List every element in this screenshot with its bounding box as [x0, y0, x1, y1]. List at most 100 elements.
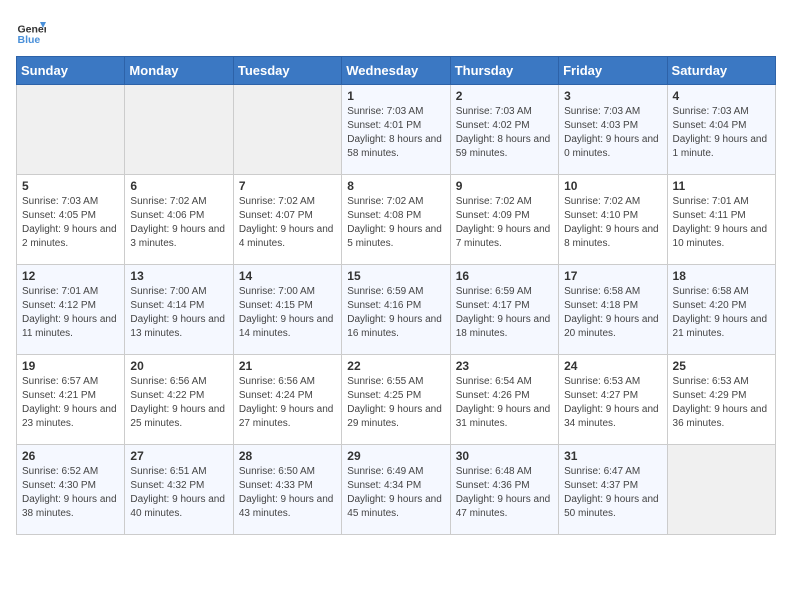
calendar-cell: 12 Sunrise: 7:01 AMSunset: 4:12 PMDayligh…: [17, 265, 125, 355]
calendar-cell: 10 Sunrise: 7:02 AMSunset: 4:10 PMDayligh…: [559, 175, 667, 265]
day-info: Sunrise: 7:03 AMSunset: 4:02 PMDaylight:…: [456, 105, 553, 161]
day-info: Sunrise: 6:48 AMSunset: 4:36 PMDaylight:…: [456, 465, 553, 521]
calendar-cell: 27 Sunrise: 6:51 AMSunset: 4:32 PMDayligh…: [125, 445, 233, 535]
weekday-header: Monday: [125, 57, 233, 85]
day-info: Sunrise: 7:02 AMSunset: 4:06 PMDaylight:…: [130, 195, 227, 251]
day-number: 23: [456, 359, 553, 373]
day-info: Sunrise: 6:53 AMSunset: 4:27 PMDaylight:…: [564, 375, 661, 431]
day-number: 17: [564, 269, 661, 283]
weekday-header: Thursday: [450, 57, 558, 85]
day-info: Sunrise: 6:53 AMSunset: 4:29 PMDaylight:…: [673, 375, 770, 431]
day-number: 24: [564, 359, 661, 373]
day-number: 16: [456, 269, 553, 283]
calendar-cell: 4 Sunrise: 7:03 AMSunset: 4:04 PMDaylight…: [667, 85, 775, 175]
calendar-cell: 28Sunrise: 6:50 AMSunset: 4:33 PMDayligh…: [233, 445, 341, 535]
calendar-cell: 30 Sunrise: 6:48 AMSunset: 4:36 PMDayligh…: [450, 445, 558, 535]
day-number: 12: [22, 269, 119, 283]
weekday-header: Sunday: [17, 57, 125, 85]
weekday-header: Tuesday: [233, 57, 341, 85]
day-number: 15: [347, 269, 444, 283]
day-info: Sunrise: 6:56 AMSunset: 4:22 PMDaylight:…: [130, 375, 227, 431]
day-number: 27: [130, 449, 227, 463]
calendar-cell: 5 Sunrise: 7:03 AMSunset: 4:05 PMDaylight…: [17, 175, 125, 265]
day-info: Sunrise: 7:01 AMSunset: 4:12 PMDaylight:…: [22, 285, 119, 341]
day-info: Sunrise: 7:02 AMSunset: 4:07 PMDaylight:…: [239, 195, 336, 251]
calendar-cell: [125, 85, 233, 175]
calendar-cell: 24 Sunrise: 6:53 AMSunset: 4:27 PMDayligh…: [559, 355, 667, 445]
day-info: Sunrise: 6:59 AMSunset: 4:17 PMDaylight:…: [456, 285, 553, 341]
day-info: Sunrise: 7:02 AMSunset: 4:08 PMDaylight:…: [347, 195, 444, 251]
day-number: 25: [673, 359, 770, 373]
calendar-cell: 15 Sunrise: 6:59 AMSunset: 4:16 PMDayligh…: [342, 265, 450, 355]
day-info: Sunrise: 7:03 AMSunset: 4:03 PMDaylight:…: [564, 105, 661, 161]
calendar-cell: 19 Sunrise: 6:57 AMSunset: 4:21 PMDayligh…: [17, 355, 125, 445]
day-number: 6: [130, 179, 227, 193]
day-number: 30: [456, 449, 553, 463]
day-info: Sunrise: 6:49 AMSunset: 4:34 PMDaylight:…: [347, 465, 444, 521]
calendar-table: SundayMondayTuesdayWednesdayThursdayFrid…: [16, 56, 776, 535]
calendar-cell: 7Sunrise: 7:02 AMSunset: 4:07 PMDaylight…: [233, 175, 341, 265]
day-number: 19: [22, 359, 119, 373]
calendar-cell: 14 Sunrise: 7:00 AMSunset: 4:15 PMDayligh…: [233, 265, 341, 355]
day-info: Sunrise: 7:03 AMSunset: 4:05 PMDaylight:…: [22, 195, 119, 251]
day-info: Sunrise: 7:03 AMSunset: 4:01 PMDaylight:…: [347, 105, 444, 161]
day-number: 21: [239, 359, 336, 373]
day-info: Sunrise: 6:57 AMSunset: 4:21 PMDaylight:…: [22, 375, 119, 431]
day-number: 10: [564, 179, 661, 193]
calendar-cell: 2 Sunrise: 7:03 AMSunset: 4:02 PMDaylight…: [450, 85, 558, 175]
calendar-cell: 9 Sunrise: 7:02 AMSunset: 4:09 PMDaylight…: [450, 175, 558, 265]
calendar-week-row: 12 Sunrise: 7:01 AMSunset: 4:12 PMDayligh…: [17, 265, 776, 355]
day-number: 31: [564, 449, 661, 463]
calendar-cell: 21 Sunrise: 6:56 AMSunset: 4:24 PMDayligh…: [233, 355, 341, 445]
day-number: 22: [347, 359, 444, 373]
logo-icon: General Blue: [16, 16, 46, 46]
calendar-cell: 26Sunrise: 6:52 AMSunset: 4:30 PMDayligh…: [17, 445, 125, 535]
day-info: Sunrise: 7:00 AMSunset: 4:14 PMDaylight:…: [130, 285, 227, 341]
day-number: 2: [456, 89, 553, 103]
day-info: Sunrise: 6:56 AMSunset: 4:24 PMDaylight:…: [239, 375, 336, 431]
day-info: Sunrise: 7:01 AMSunset: 4:11 PMDaylight:…: [673, 195, 770, 251]
calendar-cell: 31 Sunrise: 6:47 AMSunset: 4:37 PMDayligh…: [559, 445, 667, 535]
day-info: Sunrise: 7:03 AMSunset: 4:04 PMDaylight:…: [673, 105, 770, 161]
calendar-cell: 20 Sunrise: 6:56 AMSunset: 4:22 PMDayligh…: [125, 355, 233, 445]
calendar-cell: 29Sunrise: 6:49 AMSunset: 4:34 PMDayligh…: [342, 445, 450, 535]
calendar-week-row: 26Sunrise: 6:52 AMSunset: 4:30 PMDayligh…: [17, 445, 776, 535]
day-info: Sunrise: 7:00 AMSunset: 4:15 PMDaylight:…: [239, 285, 336, 341]
day-info: Sunrise: 7:02 AMSunset: 4:09 PMDaylight:…: [456, 195, 553, 251]
day-number: 18: [673, 269, 770, 283]
calendar-cell: 18Sunrise: 6:58 AMSunset: 4:20 PMDayligh…: [667, 265, 775, 355]
calendar-week-row: 1Sunrise: 7:03 AMSunset: 4:01 PMDaylight…: [17, 85, 776, 175]
svg-text:Blue: Blue: [18, 34, 41, 46]
day-info: Sunrise: 7:02 AMSunset: 4:10 PMDaylight:…: [564, 195, 661, 251]
day-number: 3: [564, 89, 661, 103]
calendar-week-row: 5 Sunrise: 7:03 AMSunset: 4:05 PMDaylight…: [17, 175, 776, 265]
day-number: 14: [239, 269, 336, 283]
calendar-cell: 23Sunrise: 6:54 AMSunset: 4:26 PMDayligh…: [450, 355, 558, 445]
day-number: 4: [673, 89, 770, 103]
day-info: Sunrise: 6:58 AMSunset: 4:18 PMDaylight:…: [564, 285, 661, 341]
day-number: 20: [130, 359, 227, 373]
weekday-header-row: SundayMondayTuesdayWednesdayThursdayFrid…: [17, 57, 776, 85]
day-info: Sunrise: 6:51 AMSunset: 4:32 PMDaylight:…: [130, 465, 227, 521]
day-number: 26: [22, 449, 119, 463]
day-info: Sunrise: 6:55 AMSunset: 4:25 PMDaylight:…: [347, 375, 444, 431]
calendar-cell: [667, 445, 775, 535]
page-header: General Blue: [16, 16, 776, 46]
calendar-cell: [233, 85, 341, 175]
calendar-cell: 16 Sunrise: 6:59 AMSunset: 4:17 PMDayligh…: [450, 265, 558, 355]
day-number: 13: [130, 269, 227, 283]
calendar-cell: 3 Sunrise: 7:03 AMSunset: 4:03 PMDaylight…: [559, 85, 667, 175]
calendar-cell: 11 Sunrise: 7:01 AMSunset: 4:11 PMDayligh…: [667, 175, 775, 265]
weekday-header: Wednesday: [342, 57, 450, 85]
day-number: 5: [22, 179, 119, 193]
day-info: Sunrise: 6:47 AMSunset: 4:37 PMDaylight:…: [564, 465, 661, 521]
weekday-header: Saturday: [667, 57, 775, 85]
calendar-cell: 25 Sunrise: 6:53 AMSunset: 4:29 PMDayligh…: [667, 355, 775, 445]
calendar-week-row: 19 Sunrise: 6:57 AMSunset: 4:21 PMDayligh…: [17, 355, 776, 445]
day-number: 11: [673, 179, 770, 193]
day-info: Sunrise: 6:59 AMSunset: 4:16 PMDaylight:…: [347, 285, 444, 341]
calendar-cell: [17, 85, 125, 175]
calendar-cell: 8Sunrise: 7:02 AMSunset: 4:08 PMDaylight…: [342, 175, 450, 265]
day-number: 9: [456, 179, 553, 193]
day-info: Sunrise: 6:50 AMSunset: 4:33 PMDaylight:…: [239, 465, 336, 521]
